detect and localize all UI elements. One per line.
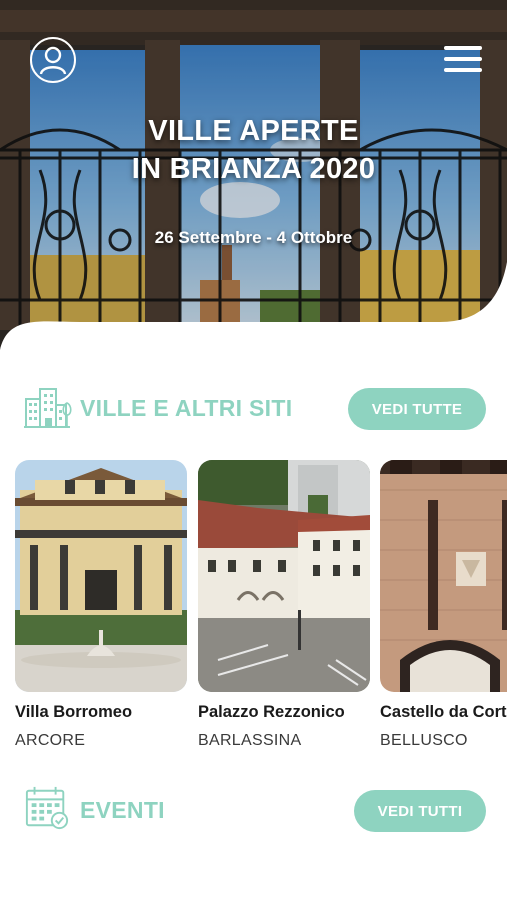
buildings-icon — [24, 388, 72, 428]
hamburger-menu-icon-bar — [444, 68, 482, 72]
site-card-image — [380, 460, 507, 692]
calendar-check-icon — [25, 786, 69, 830]
site-card-name: Villa Borromeo — [15, 703, 133, 721]
user-circle-icon — [39, 46, 67, 75]
sites-section-title: VILLE E ALTRI SITI — [80, 395, 293, 421]
events-section-title: EVENTI — [80, 797, 165, 823]
events-section-header: EVENTI VEDI TUTTI — [0, 785, 507, 835]
site-card-name: Palazzo Rezzonico — [198, 703, 345, 721]
sites-section-header: VILLE E ALTRI SITI VEDI TUTTE — [0, 385, 507, 435]
see-all-sites-button[interactable]: VEDI TUTTE — [348, 388, 486, 430]
hamburger-menu-icon — [444, 46, 482, 50]
site-card-name: Castello da Corte — [380, 703, 507, 721]
site-card-place: BARLASSINA — [198, 732, 302, 749]
hamburger-menu-icon-bar — [444, 57, 482, 61]
site-card-place: ARCORE — [15, 732, 86, 749]
hero-banner: VILLE APERTE IN BRIANZA 2020 26 Settembr… — [0, 0, 507, 360]
site-card-image — [198, 460, 370, 692]
site-card[interactable]: Villa Borromeo ARCORE — [15, 460, 187, 750]
profile-button[interactable] — [30, 37, 76, 83]
hero-title: VILLE APERTE IN BRIANZA 2020 — [0, 112, 507, 188]
hero-title-line2: IN BRIANZA 2020 — [131, 153, 376, 185]
hero-title-line1: VILLE APERTE — [148, 115, 359, 147]
site-card-image — [15, 460, 187, 692]
see-all-events-button[interactable]: VEDI TUTTI — [354, 790, 486, 832]
hero-dates: 26 Settembre - 4 Ottobre — [154, 228, 353, 247]
site-card-place: BELLUSCO — [380, 732, 468, 749]
hamburger-menu-button[interactable] — [444, 46, 482, 74]
site-card[interactable]: Castello da Corte BELLUSCO — [380, 460, 507, 750]
site-card[interactable]: Palazzo Rezzonico BARLASSINA — [198, 460, 370, 750]
sites-carousel[interactable]: Villa Borromeo ARCORE Palazzo Rezzonico … — [15, 460, 507, 760]
